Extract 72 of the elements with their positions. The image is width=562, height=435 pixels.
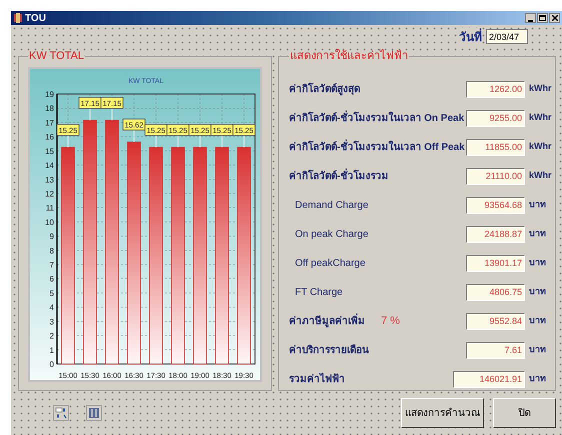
unit-label: kWhr (528, 140, 552, 154)
date-label: วันที่ (459, 28, 482, 46)
unit-label: บาท (528, 285, 547, 298)
y-tick-label: 3 (50, 316, 54, 326)
value-field[interactable]: 9255.00 (466, 110, 525, 126)
minimize-icon (528, 20, 533, 22)
value-field[interactable]: 93564.68 (466, 196, 525, 214)
maximize-icon (539, 15, 546, 21)
row-label: ค่ากิโลวัตต์สูงสุด (289, 82, 360, 96)
row-label: ค่าบริการรายเดือน (289, 343, 369, 358)
value-field[interactable]: 24188.87 (466, 226, 525, 242)
y-tick-label: 12 (45, 188, 54, 198)
rate-label: 7 % (381, 314, 400, 329)
y-tick-label: 5 (50, 288, 54, 298)
value-field[interactable]: 9552.84 (466, 312, 525, 330)
y-tick-label: 1 (50, 345, 54, 354)
unit-label: บาท (528, 343, 547, 356)
y-tick-label: 11 (46, 203, 54, 212)
list-tool-button[interactable] (86, 405, 102, 421)
row-label: FT Charge (294, 286, 343, 300)
minimize-button[interactable] (525, 13, 536, 23)
y-tick-label: 10 (45, 217, 54, 226)
close-button[interactable] (549, 13, 560, 23)
y-tick-label: 2 (50, 331, 54, 340)
y-tick-label: 4 (50, 302, 54, 312)
maximize-button[interactable] (537, 13, 548, 23)
layout-tool-button[interactable] (53, 405, 69, 421)
close-icon (552, 15, 558, 21)
date-field[interactable]: 2/03/47 (486, 29, 528, 44)
unit-label: บาท (528, 372, 547, 386)
y-tick-label: 18 (45, 104, 54, 113)
close-window-button[interactable]: ปิด (493, 398, 556, 428)
app-icon (13, 13, 23, 23)
unit-label: บาท (528, 314, 547, 328)
unit-label: kWhr (528, 82, 552, 96)
row-label: On peak Charge (294, 228, 368, 242)
y-tick-label: 8 (50, 246, 54, 255)
y-tick-label: 9 (50, 232, 54, 241)
row-label: Demand Charge (294, 198, 368, 212)
y-tick-label: 15 (45, 146, 54, 156)
y-tick-label: 7 (50, 260, 54, 270)
value-field[interactable]: 21110.00 (466, 168, 525, 184)
group-title: KW TOTAL (28, 49, 86, 64)
value-field[interactable]: 11855.00 (466, 138, 525, 156)
window-title: TOU (25, 12, 46, 26)
value-field[interactable]: 146021.91 (453, 370, 525, 388)
y-tick-label: 0 (50, 360, 54, 368)
row-label: ค่ากิโลวัตต์-ชั่วโมงรวม (289, 168, 388, 184)
layout-icon (55, 407, 67, 419)
unit-label: kWhr (528, 111, 552, 124)
y-tick-label: 6 (50, 274, 54, 284)
value-field[interactable]: 7.61 (466, 342, 525, 358)
row-label: Off peakCharge (294, 256, 366, 270)
row-label: ค่ากิโลวัตต์-ชั่วโมงรวมในเวลา Off Peak (289, 140, 465, 154)
row-label: ค่ากิโลวัตต์-ชั่วโมงรวมในเวลา On Peak (289, 110, 464, 126)
show-calculation-button[interactable]: แสดงการคำนวณ (401, 398, 484, 428)
group-title: แสดงการใช้และค่าไฟฟ้า (289, 48, 409, 64)
value-field[interactable]: 1262.00 (466, 80, 525, 98)
unit-label: บาท (528, 198, 547, 212)
y-tick-label: 14 (45, 160, 54, 170)
y-tick-label: 13 (45, 174, 54, 184)
grid-icon (88, 407, 100, 419)
unit-label: บาท (528, 227, 547, 240)
row-label: รวมค่าไฟฟ้า (289, 372, 345, 386)
y-tick-label: 19 (45, 90, 54, 98)
y-tick-label: 16 (45, 132, 54, 142)
row-label: ค่าภาษีมูลค่าเพิ่ม (289, 314, 365, 328)
unit-label: บาท (528, 256, 547, 270)
y-tick-label: 17 (45, 118, 54, 127)
unit-label: kWhr (528, 169, 552, 182)
value-field[interactable]: 4806.75 (466, 284, 525, 300)
value-field[interactable]: 13901.17 (466, 254, 525, 272)
